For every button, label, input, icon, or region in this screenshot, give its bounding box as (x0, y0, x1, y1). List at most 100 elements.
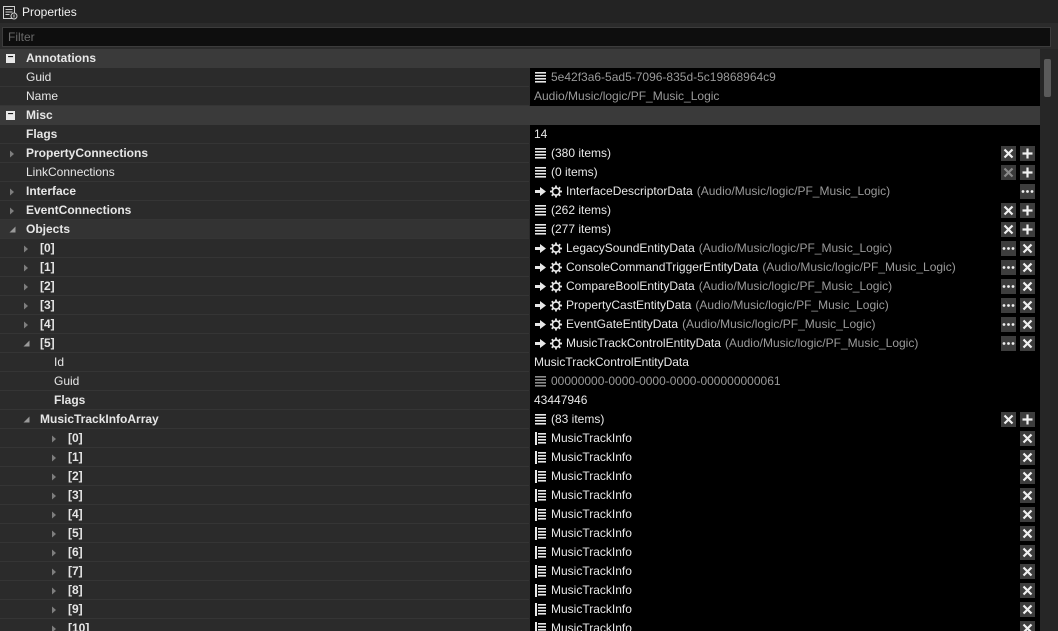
clear-button[interactable] (1001, 412, 1016, 427)
property-name-cell[interactable]: [7] (0, 562, 529, 581)
more-button[interactable] (1001, 279, 1016, 294)
property-value-cell[interactable]: 43447946 (530, 391, 1040, 410)
property-value-cell[interactable]: (262 items) (530, 201, 1040, 220)
property-row[interactable]: [8] MusicTrackInfo (0, 581, 1040, 600)
property-row[interactable]: [4] EventGateEntityData (Audio/Music/logic… (0, 315, 1040, 334)
expand-toggle[interactable] (20, 315, 32, 334)
property-value-cell[interactable]: MusicTrackInfo (530, 429, 1040, 448)
property-name-cell[interactable]: [1] (0, 258, 529, 277)
property-name-cell[interactable]: Id (0, 353, 529, 372)
property-row[interactable]: [0] LegacySoundEntityData (Audio/Music/log… (0, 239, 1040, 258)
clear-button[interactable] (1020, 450, 1035, 465)
clear-button[interactable] (1020, 621, 1035, 631)
property-name-cell[interactable]: [5] (0, 524, 529, 543)
property-value-cell[interactable]: MusicTrackInfo (530, 486, 1040, 505)
property-name-cell[interactable]: Name (0, 87, 529, 106)
clear-button[interactable] (1001, 203, 1016, 218)
expand-toggle[interactable] (20, 239, 32, 258)
property-value-cell[interactable]: CompareBoolEntityData (Audio/Music/logic/… (530, 277, 1040, 296)
property-name-cell[interactable]: [4] (0, 315, 529, 334)
property-name-cell[interactable]: LinkConnections (0, 163, 529, 182)
expand-toggle[interactable] (6, 182, 18, 201)
expand-toggle[interactable] (6, 201, 18, 220)
add-button[interactable] (1020, 165, 1035, 180)
collapse-toggle[interactable] (20, 410, 32, 429)
more-button[interactable] (1001, 336, 1016, 351)
property-row[interactable]: [3] PropertyCastEntityData (Audio/Music/lo… (0, 296, 1040, 315)
add-button[interactable] (1020, 222, 1035, 237)
property-value-cell[interactable]: InterfaceDescriptorData (Audio/Music/logi… (530, 182, 1040, 201)
property-name-cell[interactable]: [8] (0, 581, 529, 600)
property-value-cell[interactable]: ConsoleCommandTriggerEntityData (Audio/Mu… (530, 258, 1040, 277)
property-row[interactable]: Flags 43447946 (0, 391, 1040, 410)
collapse-toggle[interactable] (20, 334, 32, 353)
clear-button[interactable] (1020, 545, 1035, 560)
collapse-toggle[interactable] (6, 220, 18, 239)
expand-toggle[interactable] (48, 543, 60, 562)
expand-toggle[interactable] (48, 486, 60, 505)
property-value-cell[interactable]: MusicTrackInfo (530, 543, 1040, 562)
property-value-cell[interactable]: (380 items) (530, 144, 1040, 163)
clear-button[interactable] (1001, 146, 1016, 161)
clear-button[interactable] (1020, 279, 1035, 294)
property-row[interactable]: [10] MusicTrackInfo (0, 619, 1040, 631)
clear-button[interactable] (1020, 431, 1035, 446)
more-button[interactable] (1001, 241, 1016, 256)
property-row[interactable]: [0] MusicTrackInfo (0, 429, 1040, 448)
property-row[interactable]: [4] MusicTrackInfo (0, 505, 1040, 524)
property-value-cell[interactable]: MusicTrackInfo (530, 448, 1040, 467)
property-row[interactable]: [5] MusicTrackControlEntityData (Audio/Mus… (0, 334, 1040, 353)
property-name-cell[interactable]: [5] (0, 334, 529, 353)
expand-toggle[interactable] (48, 619, 60, 631)
clear-button[interactable] (1020, 469, 1035, 484)
clear-button[interactable] (1020, 241, 1035, 256)
clear-button[interactable] (1020, 507, 1035, 522)
expand-toggle[interactable] (48, 448, 60, 467)
property-value-cell[interactable]: (83 items) (530, 410, 1040, 429)
property-name-cell[interactable]: Objects (0, 220, 529, 239)
property-value-cell[interactable]: MusicTrackInfo (530, 562, 1040, 581)
clear-button[interactable] (1020, 298, 1035, 313)
property-row[interactable]: [3] MusicTrackInfo (0, 486, 1040, 505)
property-value-cell[interactable]: 00000000-0000-0000-0000-000000000061 (530, 372, 1040, 391)
property-value-cell[interactable]: EventGateEntityData (Audio/Music/logic/PF… (530, 315, 1040, 334)
more-button[interactable] (1001, 260, 1016, 275)
property-name-cell[interactable]: [10] (0, 619, 529, 631)
clear-button[interactable] (1020, 583, 1035, 598)
property-row[interactable]: [5] MusicTrackInfo (0, 524, 1040, 543)
property-value-cell[interactable]: 14 (530, 125, 1040, 144)
property-name-cell[interactable]: [4] (0, 505, 529, 524)
property-name-cell[interactable]: [2] (0, 467, 529, 486)
add-button[interactable] (1020, 412, 1035, 427)
clear-button[interactable] (1020, 488, 1035, 503)
collapse-category-toggle[interactable]: − (6, 53, 15, 63)
property-row[interactable]: [2] CompareBoolEntityData (Audio/Music/log… (0, 277, 1040, 296)
property-row[interactable]: Guid 00000000-0000-0000-0000-000000000061 (0, 372, 1040, 391)
more-button[interactable] (1001, 298, 1016, 313)
property-row[interactable]: [1] MusicTrackInfo (0, 448, 1040, 467)
property-name-cell[interactable]: Flags (0, 125, 529, 144)
property-row[interactable]: [2] MusicTrackInfo (0, 467, 1040, 486)
property-row[interactable]: Flags 14 (0, 125, 1040, 144)
property-name-cell[interactable]: Interface (0, 182, 529, 201)
expand-toggle[interactable] (20, 258, 32, 277)
property-row[interactable]: Objects (277 items) (0, 220, 1040, 239)
clear-button[interactable] (1020, 260, 1035, 275)
property-value-cell[interactable]: MusicTrackControlEntityData (Audio/Music/… (530, 334, 1040, 353)
property-name-cell[interactable]: PropertyConnections (0, 144, 529, 163)
expand-toggle[interactable] (6, 144, 18, 163)
property-row[interactable]: Id MusicTrackControlEntityData (0, 353, 1040, 372)
category-row[interactable]: − Annotations (0, 49, 1040, 68)
property-name-cell[interactable]: EventConnections (0, 201, 529, 220)
property-value-cell[interactable]: MusicTrackInfo (530, 505, 1040, 524)
expand-toggle[interactable] (48, 562, 60, 581)
expand-toggle[interactable] (48, 600, 60, 619)
property-value-cell[interactable]: LegacySoundEntityData (Audio/Music/logic/… (530, 239, 1040, 258)
add-button[interactable] (1020, 146, 1035, 161)
property-row[interactable]: Interface InterfaceDescriptorData (Audio/M… (0, 182, 1040, 201)
property-row[interactable]: [1] ConsoleCommandTriggerEntityData (Audio… (0, 258, 1040, 277)
property-row[interactable]: PropertyConnections (380 items) (0, 144, 1040, 163)
expand-toggle[interactable] (48, 524, 60, 543)
property-name-cell[interactable]: [3] (0, 296, 529, 315)
property-value-cell[interactable]: MusicTrackInfo (530, 581, 1040, 600)
